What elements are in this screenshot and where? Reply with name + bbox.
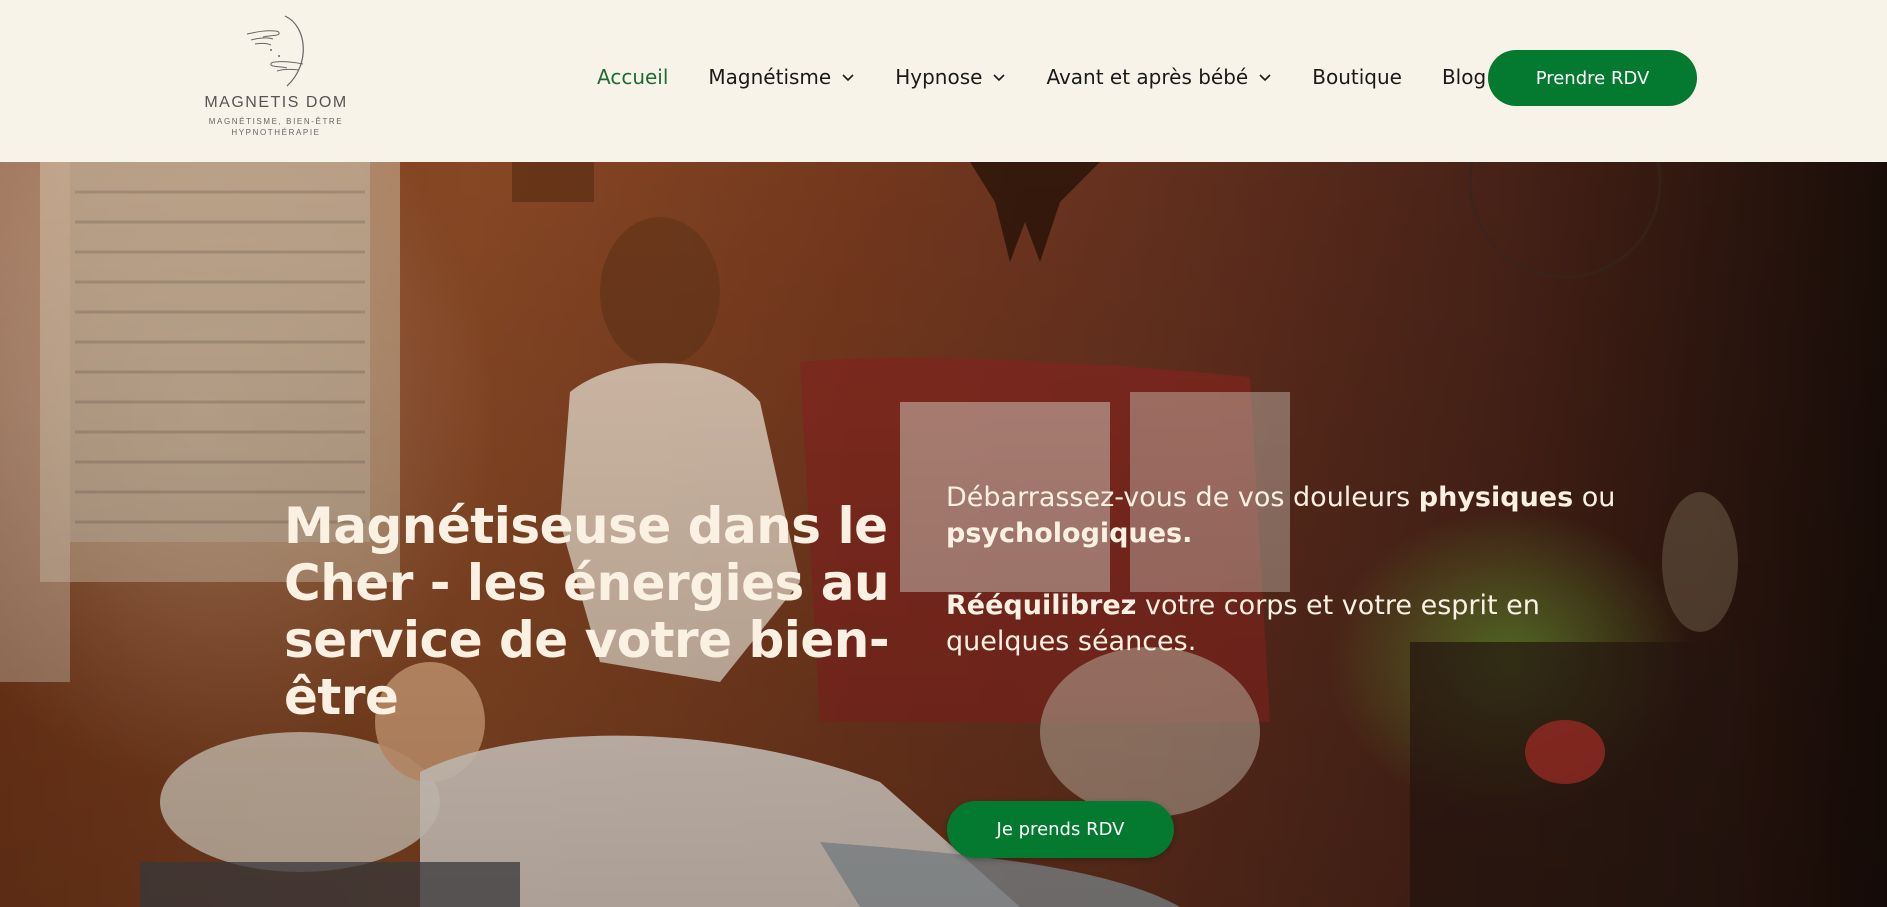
nav-item-label: Magnétisme — [708, 65, 832, 89]
hero-p1-text: Débarrassez-vous de vos douleurs — [946, 482, 1419, 513]
hero-section: Magnétiseuse dans le Cher - les énergies… — [0, 162, 1887, 907]
nav-item-label: Avant et après bébé — [1046, 65, 1249, 89]
site-header: MAGNETIS DOM MAGNÉTISME, BIEN-ÊTRE HYPNO… — [0, 0, 1887, 162]
nav-item-label: Accueil — [597, 65, 669, 89]
prendre-rdv-button[interactable]: Prendre RDV — [1488, 50, 1697, 106]
chevron-down-icon — [993, 74, 1006, 82]
nav-item-avant-apres-bebe[interactable]: Avant et après bébé — [1046, 65, 1272, 89]
hero-title: Magnétiseuse dans le Cher - les énergies… — [284, 497, 890, 726]
logo-tagline-line1: MAGNÉTISME, BIEN-ÊTRE — [208, 117, 344, 126]
nav-item-magnetisme[interactable]: Magnétisme — [708, 65, 855, 89]
hero-paragraph-2: Rééquilibrez votre corps et votre esprit… — [946, 588, 1646, 660]
nav-item-blog[interactable]: Blog — [1442, 65, 1486, 89]
logo-tagline-line2: HYPNOTHÉRAPIE — [231, 128, 321, 137]
hands-crescent-icon — [246, 15, 304, 87]
hero-p1-mid: ou — [1573, 482, 1616, 513]
nav-item-accueil[interactable]: Accueil — [597, 65, 668, 89]
hero-p2-bold-reequilibrez: Rééquilibrez — [946, 590, 1137, 621]
hero-description: Débarrassez-vous de vos douleurs physiqu… — [946, 480, 1646, 696]
hero-p1-bold-psychologiques: psychologiques. — [946, 518, 1193, 549]
hero-paragraph-1: Débarrassez-vous de vos douleurs physiqu… — [946, 480, 1646, 552]
nav-item-label: Boutique — [1312, 65, 1402, 89]
logo-name: MAGNETIS DOM — [204, 94, 348, 111]
chevron-down-icon — [842, 74, 854, 82]
chevron-down-icon — [1259, 74, 1271, 82]
main-nav: Accueil Magnétisme Hypnose Avant et aprè… — [597, 62, 1526, 92]
nav-item-label: Blog — [1441, 65, 1487, 89]
hero-p1-bold-physiques: physiques — [1418, 482, 1574, 513]
je-prends-rdv-button[interactable]: Je prends RDV — [947, 801, 1174, 858]
nav-item-label: Hypnose — [895, 65, 983, 89]
nav-item-hypnose[interactable]: Hypnose — [895, 65, 1006, 89]
site-logo[interactable]: MAGNETIS DOM MAGNÉTISME, BIEN-ÊTRE HYPNO… — [196, 12, 356, 144]
nav-item-boutique[interactable]: Boutique — [1312, 65, 1402, 89]
